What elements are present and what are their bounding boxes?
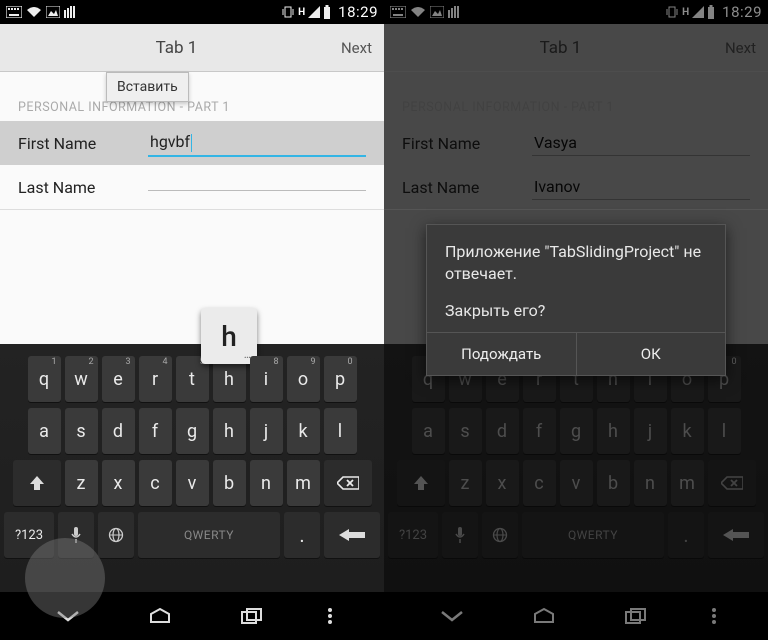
first-name-field[interactable]: First Name hgvbf (0, 121, 384, 165)
key-i[interactable]: i8 (250, 356, 283, 402)
dialog-question: Закрыть его? (445, 300, 707, 322)
home-button[interactable] (136, 598, 184, 634)
key-popup: h… (201, 308, 257, 364)
wifi-icon (26, 6, 42, 18)
phone-right: H 18:29 Tab 1 Next PERSONAL INFORMATION … (384, 0, 768, 640)
key-row-3: zxcvbnm (4, 460, 380, 506)
nav-bar (0, 592, 384, 640)
image-icon (46, 6, 60, 18)
data-h-icon: H (298, 7, 305, 18)
first-name-input[interactable]: hgvbf (148, 129, 366, 157)
space-key[interactable]: QWERTY (138, 512, 280, 558)
last-name-input[interactable] (148, 184, 366, 191)
bars-icon (64, 6, 78, 18)
key-h[interactable]: h (213, 408, 246, 454)
tab-title[interactable]: Tab 1 (12, 38, 341, 58)
ok-button[interactable]: ОК (576, 333, 726, 375)
vibrate-icon (281, 5, 295, 19)
key-r[interactable]: r4 (139, 356, 172, 402)
key-n[interactable]: n (250, 460, 283, 506)
enter-key[interactable] (324, 512, 380, 558)
key-e[interactable]: e3 (102, 356, 135, 402)
paste-tooltip[interactable]: Вставить (106, 72, 189, 102)
battery-icon (323, 5, 331, 19)
clock: 18:29 (338, 3, 378, 21)
key-z[interactable]: z (65, 460, 98, 506)
section-header: PERSONAL INFORMATION - PART 1 (0, 100, 384, 121)
key-s[interactable]: s (65, 408, 98, 454)
key-a[interactable]: a (28, 408, 61, 454)
key-row-1: q1w2e3r4t5h6h…i8o9p0 (4, 356, 380, 402)
last-name-field[interactable]: Last Name (0, 165, 384, 209)
backspace-key[interactable] (324, 460, 372, 506)
divider (0, 209, 384, 210)
key-f[interactable]: f (139, 408, 172, 454)
touch-indicator (25, 538, 105, 618)
recents-button[interactable] (228, 598, 276, 634)
key-d[interactable]: d (102, 408, 135, 454)
key-x[interactable]: x (102, 460, 135, 506)
key-q[interactable]: q1 (28, 356, 61, 402)
anr-dialog: Приложение "TabSlidingProject" не отвеча… (426, 224, 726, 376)
key-h[interactable]: h6h… (213, 356, 246, 402)
key-m[interactable]: m (287, 460, 320, 506)
key-b[interactable]: b (213, 460, 246, 506)
key-row-2: asdfghjkl (4, 408, 380, 454)
keyboard-indicator-icon (6, 6, 22, 18)
shift-key[interactable] (13, 460, 61, 506)
key-g[interactable]: g (176, 408, 209, 454)
last-name-label: Last Name (18, 178, 148, 197)
next-button[interactable]: Next (341, 39, 372, 57)
first-name-label: First Name (18, 134, 148, 153)
key-v[interactable]: v (176, 460, 209, 506)
signal-icon (308, 6, 320, 18)
app-bar: Tab 1 Next (0, 24, 384, 72)
wait-button[interactable]: Подождать (427, 333, 576, 375)
menu-button[interactable] (320, 598, 340, 634)
key-w[interactable]: w2 (65, 356, 98, 402)
phone-left: H 18:29 Tab 1 Next Вставить PERSONAL INF… (0, 0, 384, 640)
key-p[interactable]: p0 (324, 356, 357, 402)
key-l[interactable]: l (324, 408, 357, 454)
key-c[interactable]: c (139, 460, 172, 506)
key-j[interactable]: j (250, 408, 283, 454)
status-bar: H 18:29 (0, 0, 384, 24)
dialog-message: Приложение "TabSlidingProject" не отвеча… (445, 241, 707, 286)
globe-key[interactable] (98, 512, 134, 558)
key-k[interactable]: k (287, 408, 320, 454)
period-key[interactable]: . (284, 512, 320, 558)
form-content: Вставить PERSONAL INFORMATION - PART 1 F… (0, 72, 384, 344)
key-o[interactable]: o9 (287, 356, 320, 402)
